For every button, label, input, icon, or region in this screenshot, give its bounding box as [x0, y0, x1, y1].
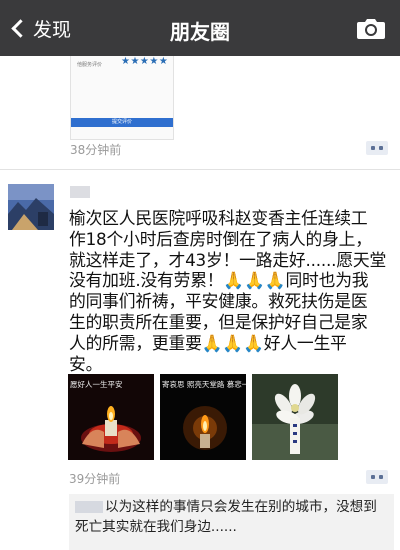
- photo-grid: 愿好人一生平安 寄哀思 照亮天堂路 慕悲一: [68, 374, 338, 460]
- post-divider: [0, 169, 400, 170]
- submit-rating-button: 提交评价: [71, 118, 173, 127]
- comment-item[interactable]: 以为这样的事情只会发生在别的城市，没想到死亡其实就在我们身边......: [75, 497, 388, 537]
- submit-rating-label: 提交评价: [111, 119, 132, 125]
- moments-feed[interactable]: 他服务评价 ★★★★★ 提交评价 38分钟前 榆次区人民医院呼吸科赵变香主任连续…: [0, 56, 400, 550]
- navigation-bar: 发现 朋友圈: [0, 0, 400, 56]
- photo-candle-dark[interactable]: 寄哀思 照亮天堂路 慕悲一: [160, 374, 246, 460]
- white-flower-image: [252, 374, 338, 460]
- card-text: 他服务评价: [77, 62, 103, 68]
- photo-caption: 寄哀思 照亮天堂路 慕悲一: [162, 380, 246, 389]
- avatar[interactable]: [8, 184, 54, 230]
- camera-icon[interactable]: [356, 16, 386, 40]
- photo-caption: 愿好人一生平安: [70, 380, 123, 389]
- comment-area: 以为这样的事情只会发生在别的城市，没想到死亡其实就在我们身边......: [69, 494, 394, 550]
- author-name[interactable]: [70, 186, 90, 198]
- comment-action-icon[interactable]: [366, 470, 388, 484]
- photo-candle-hands[interactable]: 愿好人一生平安: [68, 374, 154, 460]
- comment-text: 以为这样的事情只会发生在别的城市，没想到死亡其实就在我们身边......: [75, 499, 377, 535]
- post-timestamp: 39分钟前: [69, 472, 121, 486]
- comment-action-icon[interactable]: [366, 141, 388, 155]
- commenter-name[interactable]: [75, 501, 103, 513]
- post-text: 榆次区人民医院呼吸科赵变香主任连续工 作18个小时后查房时倒在了病人的身上， 就…: [69, 208, 387, 374]
- shared-link-card[interactable]: 他服务评价 ★★★★★ 提交评价: [70, 56, 174, 140]
- rating-stars: ★★★★★: [121, 56, 169, 67]
- page-title: 朋友圈: [170, 20, 230, 44]
- photo-white-flower[interactable]: [252, 374, 338, 460]
- post-timestamp: 38分钟前: [70, 143, 122, 157]
